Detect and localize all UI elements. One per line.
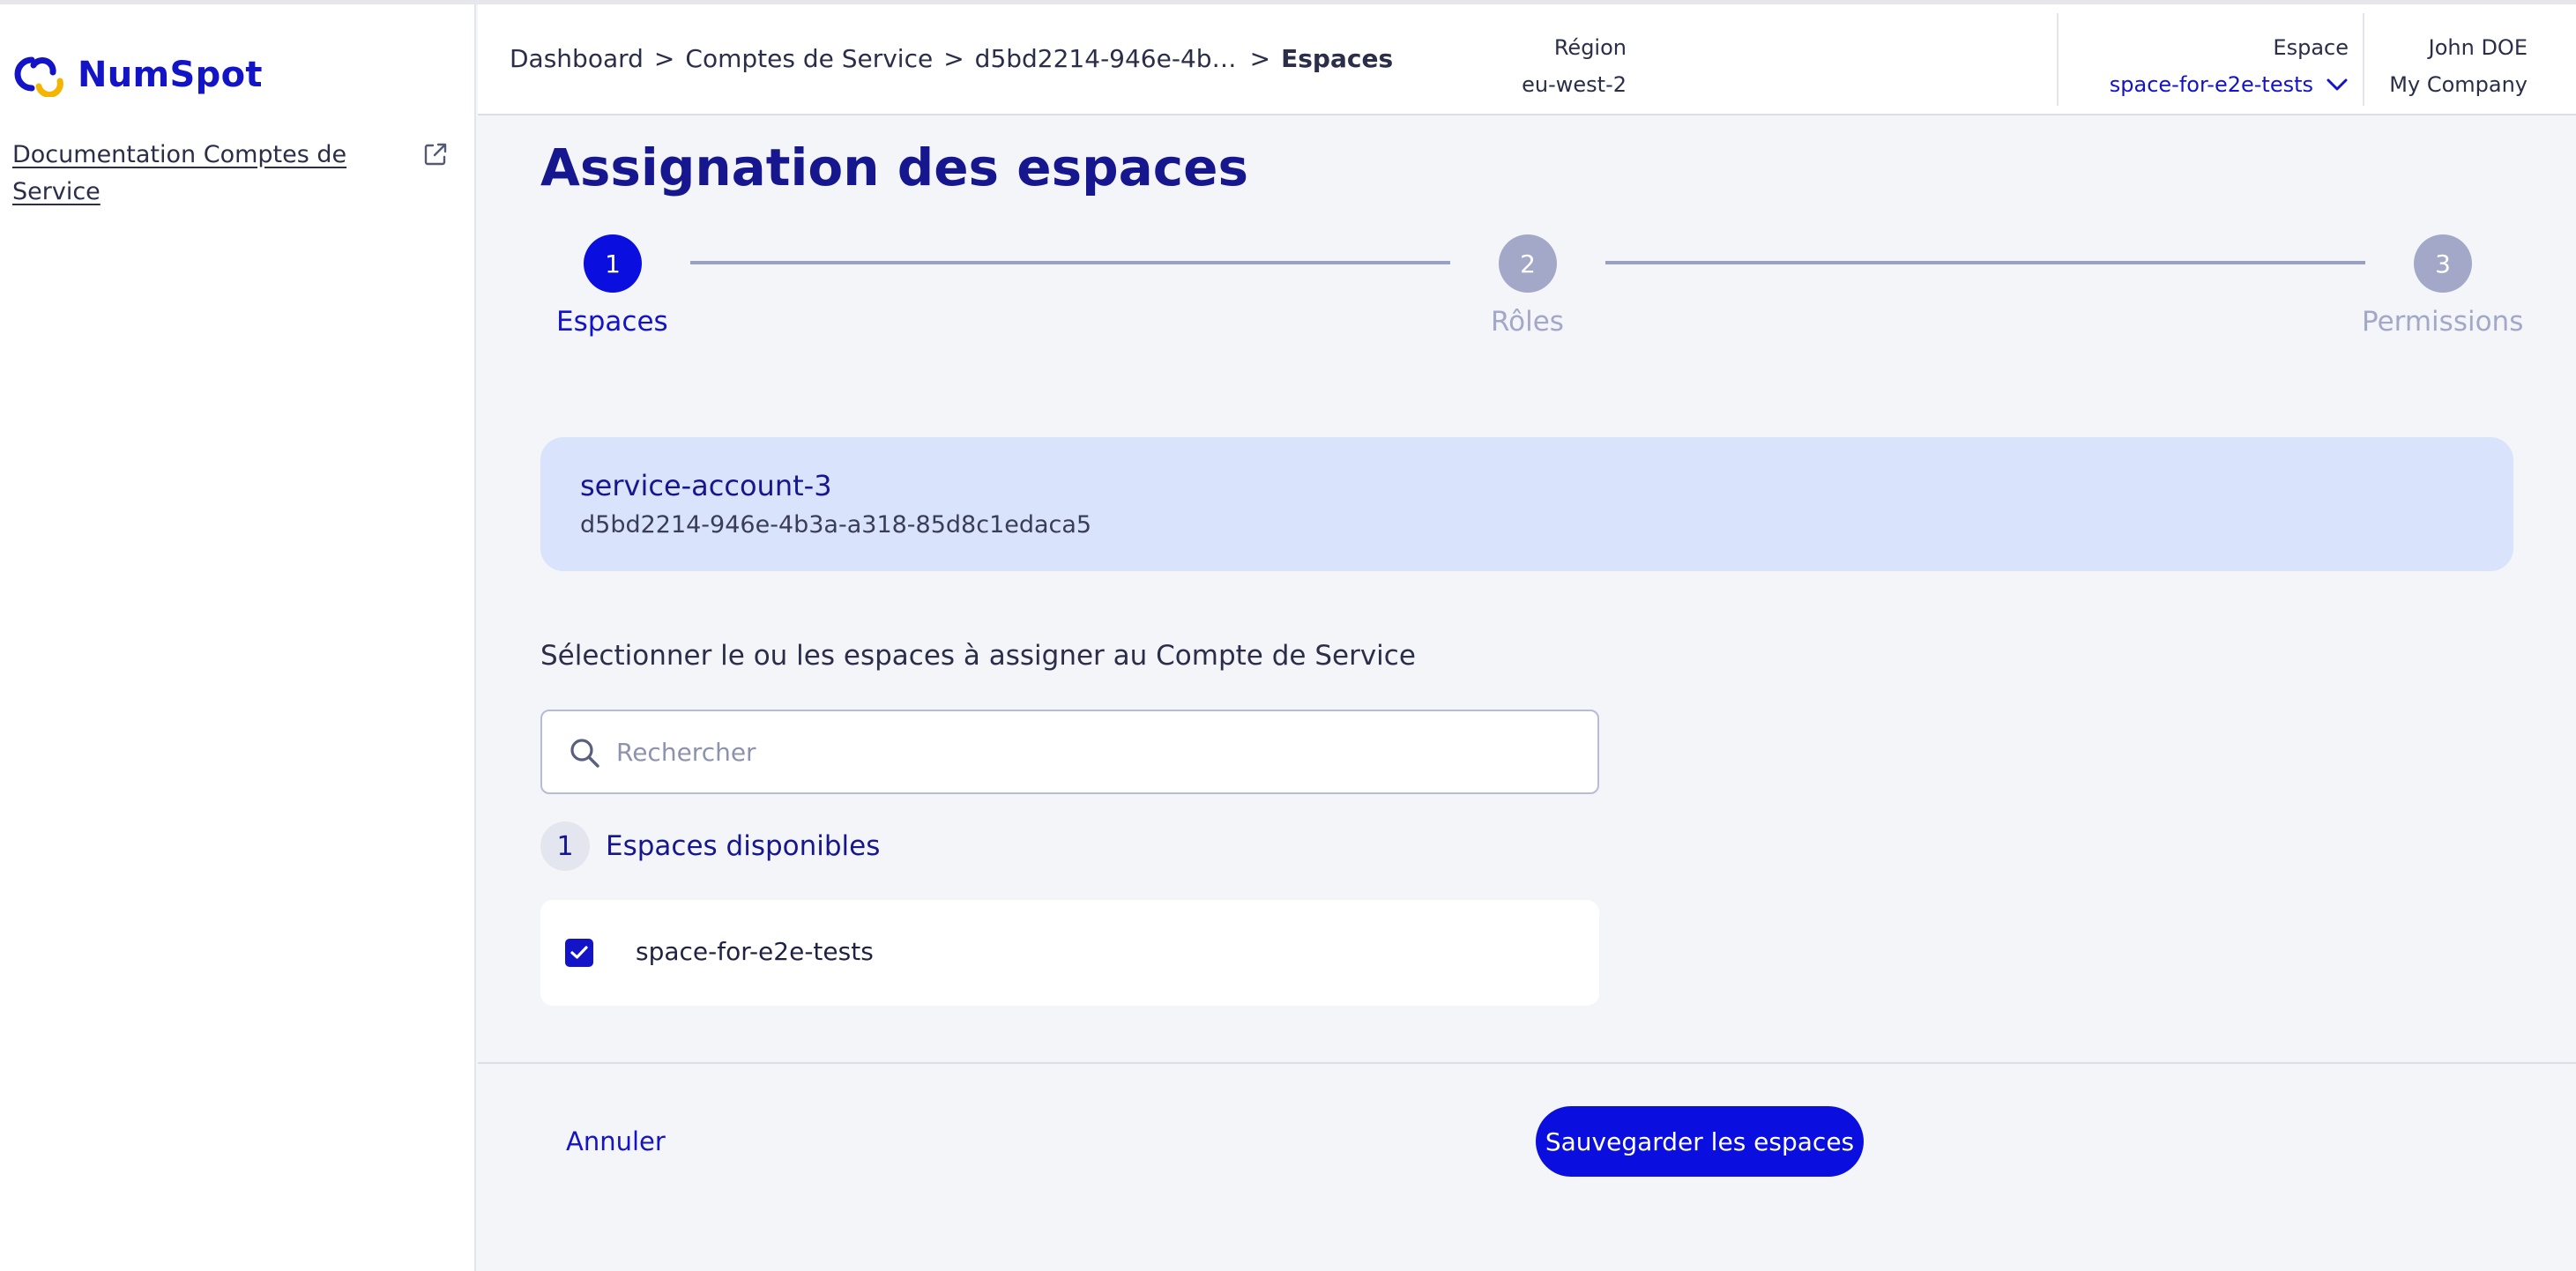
breadcrumb: Dashboard > Comptes de Service > d5bd221… — [510, 44, 1393, 73]
user-name: John DOE — [2428, 35, 2528, 60]
space-checkbox[interactable] — [565, 939, 593, 967]
selection-label: Sélectionner le ou les espaces à assigne… — [540, 640, 1416, 672]
sidebar: NumSpot Documentation Comptes de Service — [0, 4, 476, 1271]
step-2-circle: 2 — [1499, 234, 1557, 293]
region-selector[interactable]: Région eu-west-2 — [1522, 29, 1627, 103]
stepper-line — [690, 261, 1450, 264]
numspot-logo-icon — [14, 56, 63, 97]
region-value: eu-west-2 — [1522, 72, 1627, 97]
service-account-name: service-account-3 — [580, 469, 832, 502]
header-divider — [2363, 13, 2364, 106]
step-3-label: Permissions — [2362, 306, 2524, 338]
check-icon — [570, 946, 588, 959]
region-label: Région — [1553, 35, 1627, 60]
breadcrumb-account-id[interactable]: d5bd2214-946e-4b3a-a318-85d8c1edaca5 — [975, 44, 1240, 73]
external-link-icon[interactable] — [421, 140, 450, 168]
breadcrumb-separator: > — [943, 44, 964, 73]
space-selector[interactable]: Espace space-for-e2e-tests — [2110, 29, 2349, 103]
space-name: space-for-e2e-tests — [636, 937, 874, 966]
save-spaces-button[interactable]: Sauvegarder les espaces — [1536, 1106, 1864, 1177]
search-input[interactable] — [616, 731, 1568, 773]
breadcrumb-dashboard[interactable]: Dashboard — [510, 44, 644, 73]
documentation-link[interactable]: Documentation Comptes de Service — [12, 137, 365, 211]
search-box[interactable] — [540, 710, 1599, 794]
available-count-badge: 1 — [540, 821, 590, 871]
breadcrumb-current: Espaces — [1281, 44, 1394, 73]
step-1-circle[interactable]: 1 — [584, 234, 642, 293]
user-company: My Company — [2389, 72, 2528, 97]
step-2-label: Rôles — [1491, 306, 1564, 338]
step-1-label: Espaces — [556, 306, 668, 338]
breadcrumb-service-accounts[interactable]: Comptes de Service — [685, 44, 933, 73]
stepper-line — [1605, 261, 2365, 264]
numspot-logo[interactable]: NumSpot — [12, 53, 263, 97]
available-spaces-header: 1 Espaces disponibles — [540, 821, 880, 871]
chevron-down-icon[interactable] — [2326, 78, 2349, 92]
user-menu[interactable]: John DOE My Company — [2389, 29, 2528, 103]
cancel-button[interactable]: Annuler — [566, 1126, 666, 1156]
space-value-wrapper: space-for-e2e-tests — [2110, 66, 2349, 103]
breadcrumb-separator: > — [653, 44, 675, 73]
footer-divider — [478, 1062, 2576, 1064]
search-icon — [570, 739, 599, 768]
brand-name: NumSpot — [78, 55, 263, 95]
step-3-circle: 3 — [2414, 234, 2472, 293]
space-value: space-for-e2e-tests — [2109, 72, 2313, 97]
service-account-card: service-account-3 d5bd2214-946e-4b3a-a31… — [540, 437, 2513, 571]
page-title: Assignation des espaces — [540, 138, 1249, 197]
stepper: 1 Espaces 2 Rôles 3 Permissions — [540, 234, 2535, 349]
header-divider — [2057, 13, 2059, 106]
service-account-id: d5bd2214-946e-4b3a-a318-85d8c1edaca5 — [580, 511, 1092, 539]
top-header: Dashboard > Comptes de Service > d5bd221… — [478, 4, 2576, 115]
list-item[interactable]: space-for-e2e-tests — [540, 900, 1599, 1006]
breadcrumb-separator: > — [1249, 44, 1271, 73]
space-label: Espace — [2273, 35, 2349, 60]
available-spaces-label: Espaces disponibles — [606, 830, 881, 862]
